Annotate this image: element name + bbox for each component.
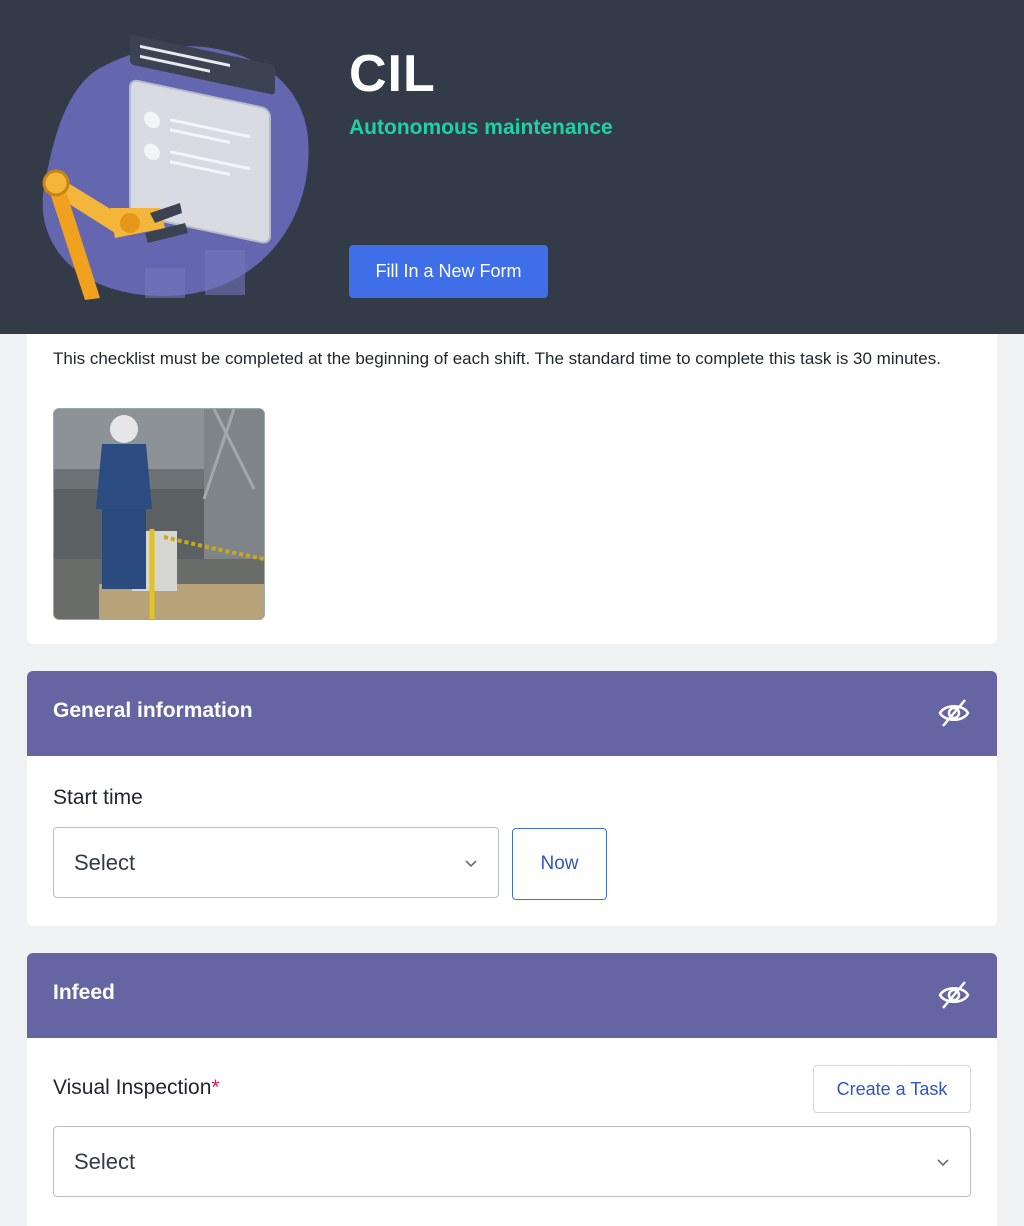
checklist-description: This checklist must be completed at the … [53, 349, 941, 368]
create-task-button[interactable]: Create a Task [813, 1065, 971, 1113]
select-value: Select [74, 1149, 136, 1174]
worker-photo-image [54, 409, 264, 619]
worker-photo[interactable] [53, 408, 265, 620]
robot-arm-illustration [42, 35, 309, 300]
section-body-infeed: Visual Inspection* Create a Task Select [27, 1038, 997, 1226]
section-header-infeed[interactable]: Infeed [27, 953, 997, 1038]
eye-off-icon[interactable] [937, 697, 971, 729]
required-asterisk: * [211, 1076, 220, 1099]
fill-new-form-button[interactable]: Fill In a New Form [349, 245, 548, 298]
field-label-text: Visual Inspection [53, 1076, 212, 1099]
now-button[interactable]: Now [512, 828, 607, 900]
eye-off-icon[interactable] [937, 979, 971, 1011]
section-title: General information [53, 699, 253, 722]
start-time-select[interactable]: Select [53, 827, 499, 898]
start-time-label: Start time [53, 786, 143, 809]
section-header-general-information[interactable]: General information [27, 671, 997, 756]
page-subtitle: Autonomous maintenance [349, 116, 613, 139]
visual-inspection-select[interactable]: Select [53, 1126, 971, 1197]
page-title: CIL [349, 45, 436, 103]
select-value: Select [74, 850, 136, 875]
visual-inspection-label: Visual Inspection* [53, 1076, 220, 1100]
section-body-general-information: Start time Select Now [27, 756, 997, 926]
chevron-down-icon [465, 860, 477, 868]
section-title: Infeed [53, 981, 115, 1004]
description-card: This checklist must be completed at the … [27, 334, 997, 644]
app-header: CIL Autonomous maintenance Fill In a New… [0, 0, 1024, 334]
chevron-down-icon [937, 1159, 949, 1167]
